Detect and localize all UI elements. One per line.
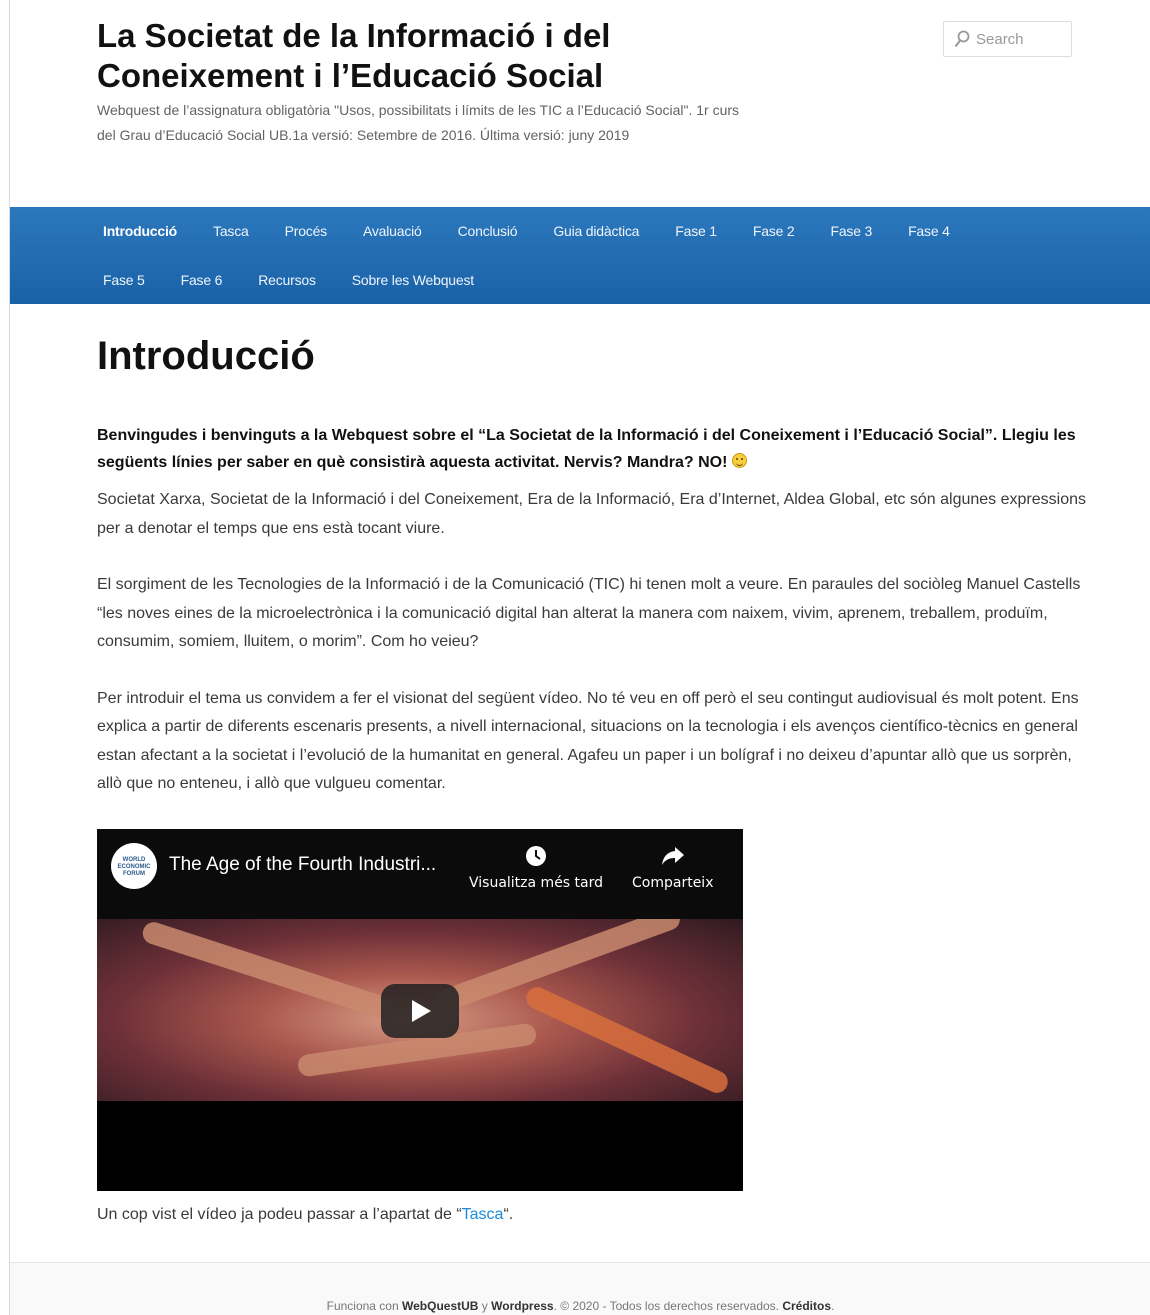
- search-icon: [954, 30, 970, 48]
- nav-item-fase-2[interactable]: Fase 2: [735, 207, 813, 255]
- page-frame: La Societat de la Informació i del Conei…: [9, 0, 1150, 1315]
- share-label: Comparteix: [632, 874, 714, 891]
- nav-item-conclusio[interactable]: Conclusió: [440, 207, 536, 255]
- paragraph-2: El sorgiment de les Tecnologies de la In…: [97, 576, 1081, 650]
- youtube-video-embed[interactable]: WORLD ECONOMIC FORUM The Age of the Four…: [97, 828, 743, 1191]
- nav-item-avaluacio[interactable]: Avaluació: [345, 207, 440, 255]
- webquestub-link[interactable]: WebQuestUB: [402, 1299, 478, 1313]
- video-title[interactable]: The Age of the Fourth Industri...: [169, 854, 436, 876]
- footer-mid: y: [478, 1299, 492, 1313]
- search-input[interactable]: [976, 30, 1066, 48]
- nav-item-fase-3[interactable]: Fase 3: [812, 207, 890, 255]
- nav-row-1: Introducció Tasca Procés Avaluació Concl…: [85, 207, 968, 255]
- paragraph-1: Societat Xarxa, Societat de la Informaci…: [97, 491, 1086, 537]
- search-box[interactable]: [943, 21, 1072, 57]
- nav-item-recursos[interactable]: Recursos: [240, 256, 334, 304]
- video-top-bar: WORLD ECONOMIC FORUM The Age of the Four…: [97, 828, 743, 919]
- site-header: La Societat de la Informació i del Conei…: [10, 0, 1150, 207]
- nav-item-proces[interactable]: Procés: [267, 207, 345, 255]
- share-arrow-icon: [661, 846, 684, 865]
- footer-text: Funciona con WebQuestUB y Wordpress. © 2…: [10, 1299, 1150, 1313]
- play-button-icon[interactable]: [381, 983, 459, 1038]
- nav-item-fase-1[interactable]: Fase 1: [657, 207, 735, 255]
- nav-item-fase-6[interactable]: Fase 6: [163, 256, 241, 304]
- channel-logo[interactable]: WORLD ECONOMIC FORUM: [111, 842, 157, 889]
- after-video-suffix: “.: [503, 1205, 514, 1223]
- footer-rights: . © 2020 - Todos los derechos reservados…: [553, 1299, 783, 1313]
- footer-end: .: [831, 1299, 835, 1313]
- after-video-text: Un cop vist el vídeo ja podeu passar a l…: [97, 1205, 462, 1223]
- credits-link[interactable]: Créditos: [782, 1299, 831, 1313]
- wordpress-link[interactable]: Wordpress: [491, 1299, 553, 1313]
- nav-item-introduccio[interactable]: Introducció: [85, 207, 195, 255]
- share-button[interactable]: Comparteix: [632, 845, 713, 891]
- site-footer: Funciona con WebQuestUB y Wordpress. © 2…: [10, 1262, 1150, 1315]
- clock-icon: [526, 845, 546, 866]
- paragraph-3: Per introduir el tema us convidem a fer …: [97, 689, 1079, 793]
- lead-text: Benvingudes i benvinguts a la Webquest s…: [97, 427, 1076, 471]
- after-video-paragraph: Un cop vist el vídeo ja podeu passar a l…: [97, 1201, 1087, 1229]
- main-navigation: Introducció Tasca Procés Avaluació Concl…: [10, 207, 1150, 304]
- site-title[interactable]: La Societat de la Informació i del Conei…: [97, 16, 737, 96]
- nav-item-fase-5[interactable]: Fase 5: [85, 256, 163, 304]
- tasca-link[interactable]: Tasca: [462, 1206, 504, 1223]
- nav-item-tasca[interactable]: Tasca: [195, 207, 267, 255]
- nav-item-guia-didactica[interactable]: Guia didàctica: [535, 207, 657, 255]
- watch-later-label: Visualitza més tard: [469, 874, 604, 891]
- site-description: Webquest de l’assignatura obligatòria "U…: [97, 102, 740, 143]
- page-title: Introducció: [97, 334, 315, 378]
- watch-later-button[interactable]: Visualitza més tard: [469, 845, 603, 891]
- footer-prefix: Funciona con: [326, 1299, 402, 1313]
- nav-row-2: Fase 5 Fase 6 Recursos Sobre les Webques…: [85, 256, 492, 304]
- lead-paragraph: Benvingudes i benvinguts a la Webquest s…: [97, 422, 1087, 476]
- nav-item-fase-4[interactable]: Fase 4: [890, 207, 968, 255]
- main-content: Introducció Benvingudes i benvinguts a l…: [97, 330, 1087, 1229]
- smiley-emoji-icon: [731, 453, 747, 468]
- nav-item-sobre-les-webquest[interactable]: Sobre les Webquest: [334, 256, 492, 304]
